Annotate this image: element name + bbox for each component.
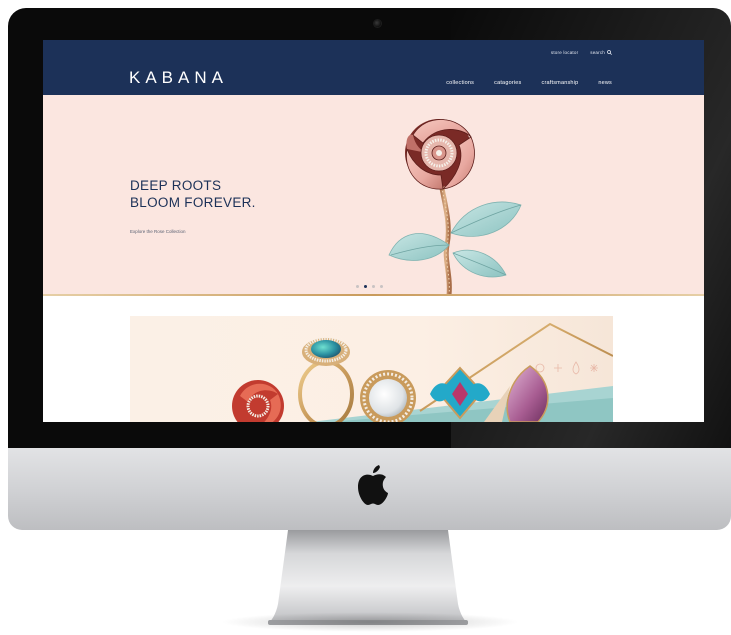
carousel-dot-2[interactable]	[364, 285, 367, 288]
nav-news[interactable]: news	[598, 80, 612, 86]
hero-headline-line-2: BLOOM FOREVER.	[130, 195, 256, 210]
hero-headline-line-1: DEEP ROOTS	[130, 178, 222, 193]
rings-banner[interactable]	[130, 316, 613, 422]
site-header: store locator search KABANA collections …	[43, 40, 704, 95]
nav-categories[interactable]: catagories	[494, 80, 521, 86]
brand-logo[interactable]: KABANA	[129, 68, 228, 88]
carousel-dot-3[interactable]	[372, 285, 375, 288]
camera-icon	[374, 20, 381, 27]
search-icon	[607, 50, 612, 55]
rings-collection-image	[232, 322, 613, 422]
hero-slider: DEEP ROOTS BLOOM FOREVER. Explore the Ro…	[43, 95, 704, 295]
nav-collections[interactable]: collections	[446, 80, 474, 86]
utility-links: store locator search	[551, 50, 612, 55]
rose-jewelry-image	[388, 119, 522, 295]
search-link[interactable]: search	[590, 50, 612, 55]
hero-headline: DEEP ROOTS BLOOM FOREVER.	[130, 177, 256, 211]
store-locator-link[interactable]: store locator	[551, 50, 578, 55]
carousel-dot-4[interactable]	[380, 285, 383, 288]
carousel-dots	[356, 285, 383, 288]
hero-divider	[43, 294, 704, 296]
apple-logo-icon	[358, 465, 388, 505]
main-nav: collections catagories craftsmanship new…	[446, 80, 612, 86]
nav-craftsmanship[interactable]: craftsmanship	[542, 80, 579, 86]
imac-mockup: store locator search KABANA collections …	[0, 0, 731, 635]
website-screen: store locator search KABANA collections …	[43, 40, 704, 422]
hero-cta-link[interactable]: Explore the Rose Collection	[130, 229, 186, 234]
search-link-label: search	[590, 50, 605, 55]
carousel-dot-1[interactable]	[356, 285, 359, 288]
stand-shadow	[220, 612, 520, 632]
